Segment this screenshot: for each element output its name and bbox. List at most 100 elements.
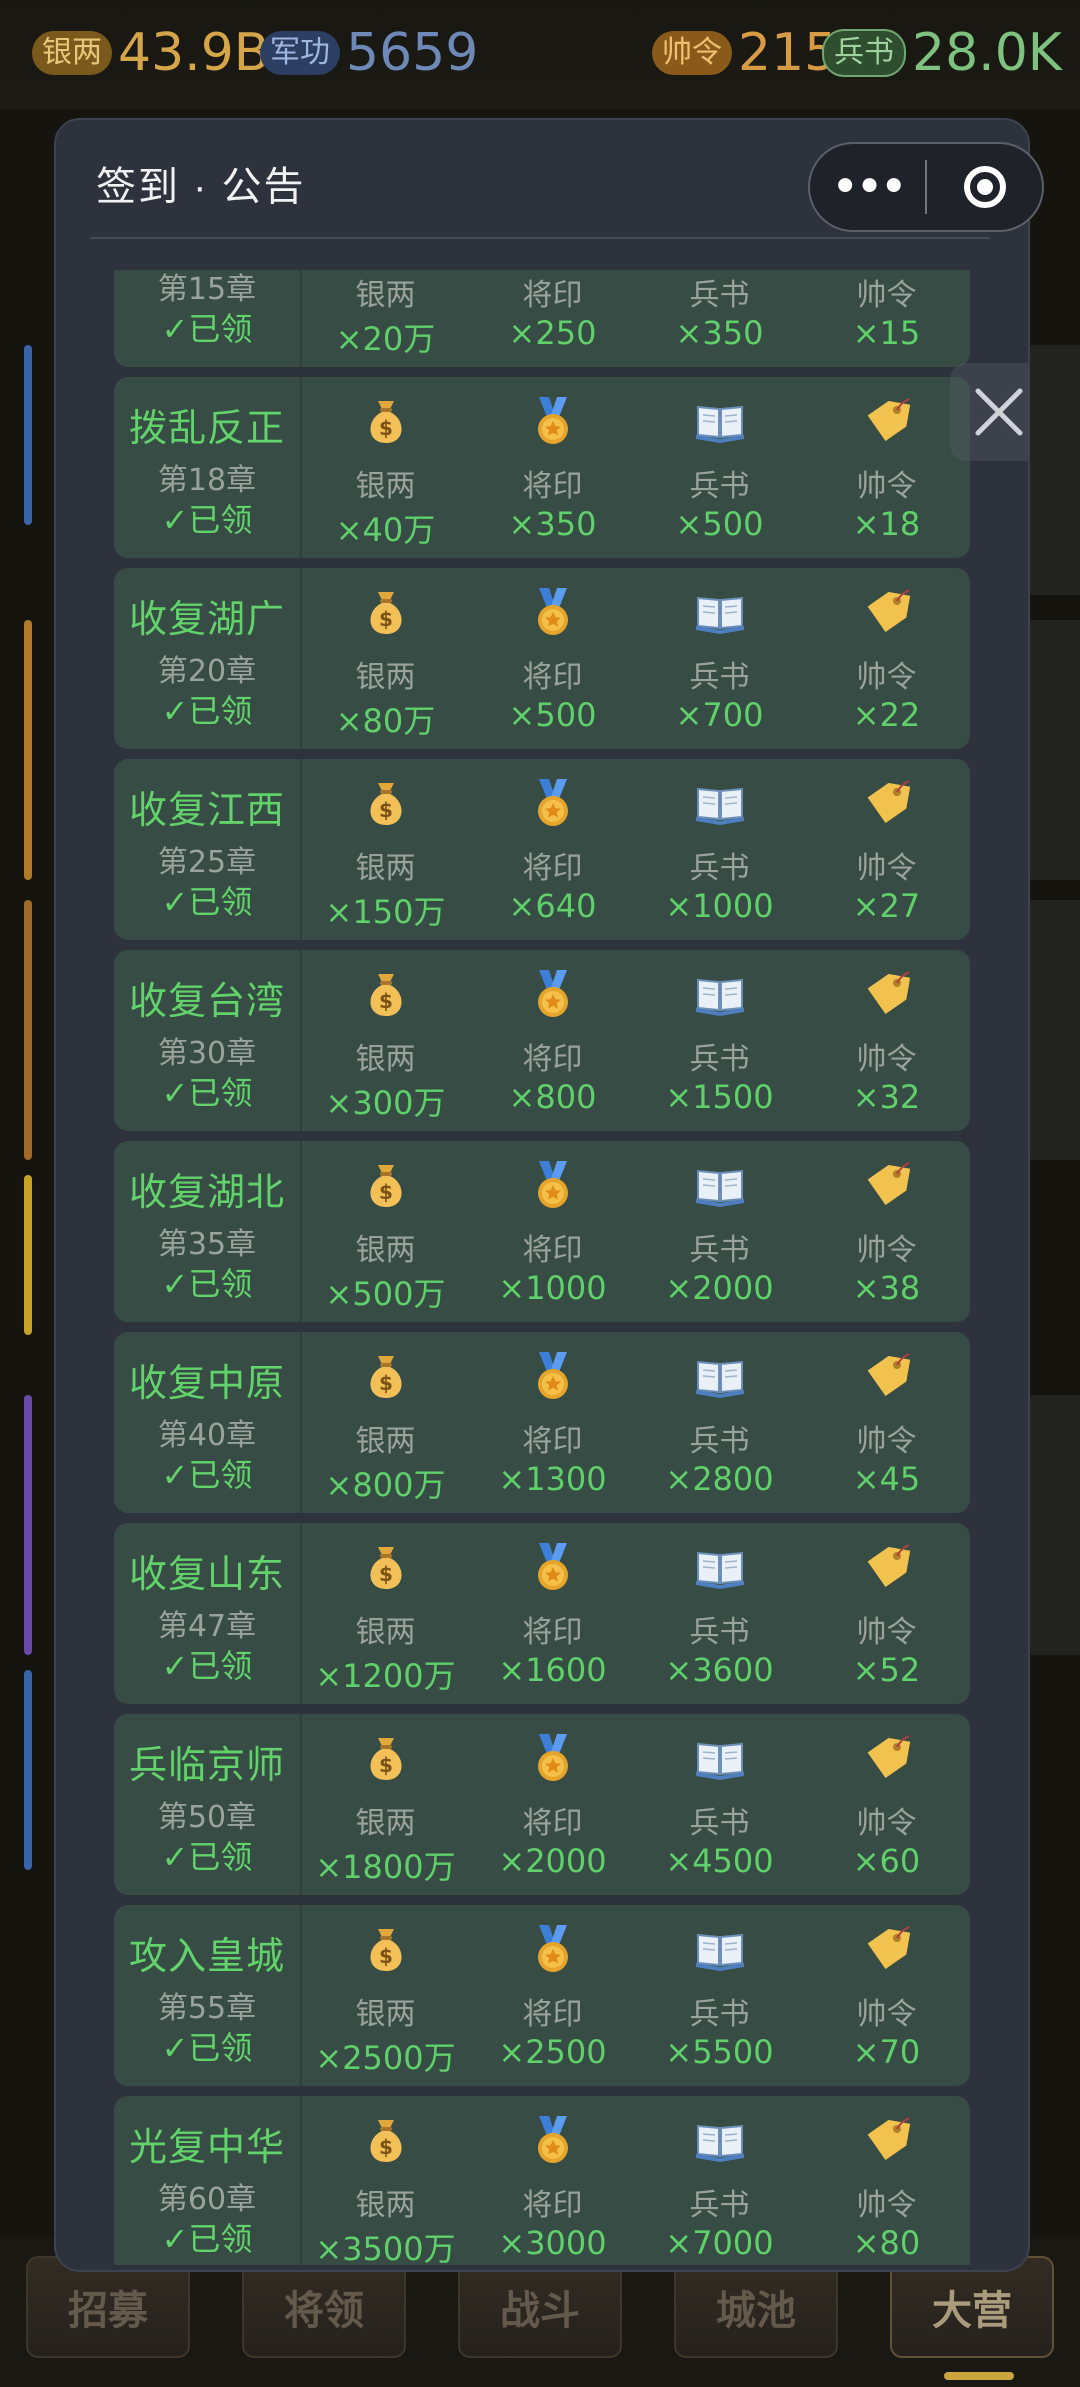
- svg-text:$: $: [379, 1180, 393, 1204]
- book-icon: [695, 405, 744, 443]
- reward-label: 将印: [522, 1233, 583, 1268]
- silver-reward: $ 银两 ×1800万: [302, 1714, 469, 1895]
- reward-amount: ×1500: [665, 1078, 774, 1116]
- reward-icon: $: [360, 1541, 412, 1593]
- claimed-status: ✓已领: [161, 310, 253, 348]
- silver-reward: $ 银两 ×2500万: [302, 1905, 469, 2086]
- order-reward: 帅令 ×32: [803, 950, 970, 1131]
- tag-icon: [867, 398, 910, 442]
- reward-items: $ 银两 ×800万 将印 ×1300 兵书 ×2800 帅令 ×45: [302, 1332, 970, 1513]
- medal-icon: [537, 1925, 568, 1972]
- reward-icon: [694, 968, 746, 1020]
- seal-reward: 将印 ×350: [469, 377, 636, 558]
- chapter-number: 第55章: [157, 1991, 257, 2026]
- chapter-number: 第18章: [157, 463, 257, 498]
- reward-label: 银两: [355, 1997, 416, 2032]
- silver-reward: $ 银两 ×300万: [302, 950, 469, 1131]
- reward-icon: [527, 2114, 579, 2166]
- medal-icon: [537, 588, 568, 635]
- tag-icon: [867, 971, 910, 1015]
- svg-text:$: $: [379, 1371, 393, 1395]
- silver-reward: $ 银两 ×80万: [302, 568, 469, 749]
- reward-label: 帅令: [856, 660, 917, 695]
- reward-icon: $: [360, 1732, 412, 1784]
- reward-items: $ 银两×20万 将印×250 兵书×350 帅令×15: [302, 270, 970, 367]
- chapter-reward-row: 收复湖广 第20章 ✓已领 $ 银两 ×80万 将印 ×500 兵书 ×700 帅令 ×22: [114, 568, 970, 749]
- reward-label: 帅令: [856, 1615, 917, 1650]
- tab-label: 大营: [932, 2288, 1012, 2334]
- seal-reward: 将印 ×2000: [469, 1714, 636, 1895]
- book-icon: [695, 1169, 744, 1207]
- reward-amount: ×1600: [498, 1651, 607, 1689]
- claimed-status: ✓已领: [161, 501, 253, 539]
- reward-amount: ×350: [508, 505, 597, 543]
- book-icon: [695, 1742, 744, 1780]
- chapter-reward-row: 攻入皇城 第55章 ✓已领 $ 银两 ×2500万 将印 ×2500 兵书 ×5500 帅…: [114, 1905, 970, 2086]
- reward-items: $ 银两 ×3500万 将印 ×3000 兵书 ×7000 帅令 ×80: [302, 2096, 970, 2265]
- reward-amount: ×18: [852, 505, 921, 543]
- chapter-info: 收复山东 第47章 ✓已领: [114, 1523, 302, 1704]
- reward-amount: ×27: [852, 887, 921, 925]
- reward-amount: ×1800万: [315, 1848, 456, 1886]
- reward-label: 将印: [522, 1042, 583, 1077]
- reward-icon: $: [360, 1350, 412, 1402]
- book-reward: 兵书 ×5500: [636, 1905, 803, 2086]
- svg-text:$: $: [379, 1944, 393, 1968]
- tab-label: 城池: [716, 2288, 796, 2334]
- silver-resource: 银两 43.9B: [32, 22, 269, 84]
- claimed-status: ✓已领: [161, 2220, 253, 2258]
- reward-amount: ×3600: [665, 1651, 774, 1689]
- close-button[interactable]: [950, 363, 1028, 461]
- tag-icon: [867, 1926, 910, 1970]
- reward-label: 帅令: [856, 1997, 917, 2032]
- claimed-status: ✓已领: [161, 1838, 253, 1876]
- silver-reward: $ 银两×20万: [302, 270, 469, 367]
- reward-label: 帅令: [856, 851, 917, 886]
- reward-label: 银两: [355, 851, 416, 886]
- reward-label: 银两: [355, 2188, 416, 2223]
- order-reward: 帅令 ×15: [803, 270, 970, 367]
- reward-icon: [861, 395, 913, 447]
- reward-icon: $: [360, 777, 412, 829]
- medal-icon: [537, 1543, 568, 1590]
- reward-amount: ×80: [852, 2224, 921, 2262]
- book-tag: 兵书: [822, 29, 906, 77]
- reward-icon: $: [360, 2114, 412, 2166]
- book-reward: 兵书 ×7000: [636, 2096, 803, 2265]
- order-resource: 帅令 215: [652, 22, 837, 84]
- money-bag-icon: $: [369, 1165, 402, 1207]
- reward-amount: ×500: [508, 696, 597, 734]
- order-reward: 帅令 ×45: [803, 1332, 970, 1513]
- chapter-info: 收复江西 第25章 ✓已领: [114, 759, 302, 940]
- more-options-button[interactable]: •••: [810, 163, 925, 211]
- chapter-name: 收复台湾: [128, 979, 285, 1023]
- svg-text:$: $: [379, 1753, 393, 1777]
- exit-button[interactable]: [927, 166, 1042, 208]
- seal-reward: 将印 ×2500: [469, 1905, 636, 2086]
- order-reward: 帅令 ×22: [803, 568, 970, 749]
- reward-label: 兵书: [689, 1233, 750, 1268]
- reward-label: 兵书: [689, 2188, 750, 2223]
- side-deco: [24, 1395, 32, 1655]
- order-reward: 帅令 ×60: [803, 1714, 970, 1895]
- chapter-number: 第60章: [157, 2182, 257, 2217]
- reward-label: 银两: [355, 278, 416, 313]
- reward-amount: ×2500: [498, 2033, 607, 2071]
- chapter-number: 第25章: [157, 845, 257, 880]
- side-deco: [24, 1175, 32, 1335]
- book-icon: [695, 1360, 744, 1398]
- reward-icon: [861, 586, 913, 638]
- money-bag-icon: $: [369, 1547, 402, 1589]
- chapter-reward-row: 收复山东 第47章 ✓已领 $ 银两 ×1200万 将印 ×1600 兵书 ×3600 帅…: [114, 1523, 970, 1704]
- chapter-reward-row: 拨乱反正 第18章 ✓已领 $ 银两 ×40万 将印 ×350 兵书 ×500 帅令 ×18: [114, 377, 970, 558]
- chapter-number: 第20章: [157, 654, 257, 689]
- claimed-status: ✓已领: [161, 2029, 253, 2067]
- book-icon: [695, 596, 744, 634]
- reward-list[interactable]: 第15章✓已领 $ 银两×20万 将印×250 兵书×350 帅令×15拨乱反正…: [114, 270, 970, 2265]
- reward-amount: ×700: [675, 696, 764, 734]
- reward-amount: ×1300: [498, 1460, 607, 1498]
- reward-label: 兵书: [689, 1042, 750, 1077]
- medal-icon: [537, 970, 568, 1017]
- home-indicator: [944, 2372, 1014, 2380]
- reward-icon: [861, 1923, 913, 1975]
